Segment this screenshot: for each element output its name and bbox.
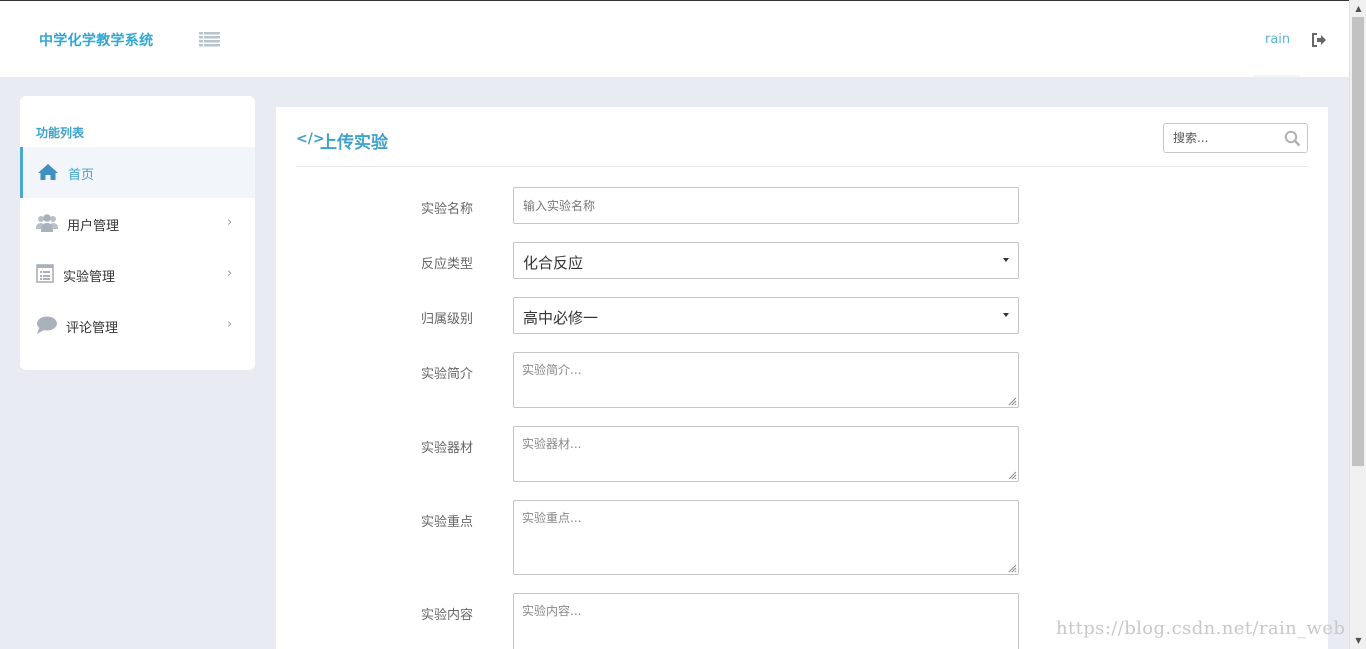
- equipment-field: [513, 426, 1019, 482]
- sidebar-item-users[interactable]: 用户管理 ›: [20, 198, 255, 249]
- sidebar-item-label: 首页: [68, 168, 95, 183]
- caret-down-icon: [1003, 258, 1009, 262]
- reaction-type-label: 反应类型: [421, 257, 474, 272]
- user-underline: [1254, 75, 1300, 77]
- app-brand[interactable]: 中学化学教学系统: [39, 30, 153, 50]
- chevron-right-icon: ›: [227, 215, 233, 230]
- name-label: 实验名称: [421, 202, 474, 217]
- sidebar: 功能列表 首页 用户管理 › 实验管理 › 评论管理 ›: [20, 96, 255, 370]
- search-box: [1163, 123, 1308, 153]
- comment-icon: [37, 316, 57, 334]
- sidebar-item-label: 用户管理: [67, 219, 120, 234]
- sign-out-icon[interactable]: [1311, 32, 1327, 48]
- page-title: 上传实验: [320, 133, 388, 153]
- experiment-intro-textarea[interactable]: [514, 353, 1018, 407]
- sidebar-item-label: 评论管理: [66, 321, 119, 336]
- content-label: 实验内容: [421, 608, 474, 623]
- resize-grip-icon[interactable]: [1008, 397, 1017, 406]
- reaction-type-select[interactable]: 化合反应: [513, 242, 1019, 279]
- scroll-thumb[interactable]: [1352, 17, 1364, 466]
- experiment-equipment-textarea[interactable]: [514, 427, 1018, 481]
- search-icon[interactable]: [1284, 130, 1301, 147]
- list-menu-icon[interactable]: [199, 31, 220, 47]
- level-value: 高中必修一: [523, 309, 599, 327]
- scroll-down-arrow-icon[interactable]: ▼: [1350, 632, 1366, 649]
- equipment-label: 实验器材: [421, 441, 474, 456]
- content-field: [513, 593, 1019, 649]
- level-select[interactable]: 高中必修一: [513, 297, 1019, 334]
- top-bar: 中学化学教学系统 rain: [0, 0, 1349, 77]
- name-field: [513, 187, 1019, 224]
- experiment-content-textarea[interactable]: [514, 594, 1018, 649]
- resize-grip-icon[interactable]: [1008, 471, 1017, 480]
- experiment-name-input[interactable]: [514, 188, 1018, 223]
- title-divider: [296, 166, 1308, 167]
- sidebar-item-label: 实验管理: [63, 270, 116, 285]
- list-alt-icon: [36, 264, 54, 283]
- caret-down-icon: [1003, 313, 1009, 317]
- level-label: 归属级别: [421, 312, 474, 327]
- watermark: https://blog.csdn.net/rain_web: [1056, 618, 1346, 639]
- main-panel: </> 上传实验 实验名称 反应类型 化合反应 归属级别 高中必修一 实验简介 …: [276, 107, 1328, 649]
- chevron-right-icon: ›: [227, 317, 233, 332]
- sidebar-item-comments[interactable]: 评论管理 ›: [20, 300, 255, 351]
- vertical-scrollbar[interactable]: ▲ ▼: [1349, 0, 1366, 649]
- sidebar-title: 功能列表: [36, 126, 85, 140]
- search-input[interactable]: [1164, 124, 1279, 152]
- scroll-up-arrow-icon[interactable]: ▲: [1350, 0, 1366, 17]
- home-icon: [38, 164, 58, 180]
- users-icon: [36, 214, 58, 232]
- experiment-key-points-textarea[interactable]: [514, 501, 1018, 574]
- user-name[interactable]: rain: [1265, 32, 1290, 47]
- reaction-type-value: 化合反应: [523, 254, 584, 272]
- sidebar-item-experiments[interactable]: 实验管理 ›: [20, 249, 255, 300]
- intro-label: 实验简介: [421, 367, 474, 382]
- key-points-label: 实验重点: [421, 515, 474, 530]
- intro-field: [513, 352, 1019, 408]
- sidebar-item-home[interactable]: 首页: [20, 147, 255, 198]
- chevron-right-icon: ›: [227, 266, 233, 281]
- key-points-field: [513, 500, 1019, 575]
- resize-grip-icon[interactable]: [1008, 564, 1017, 573]
